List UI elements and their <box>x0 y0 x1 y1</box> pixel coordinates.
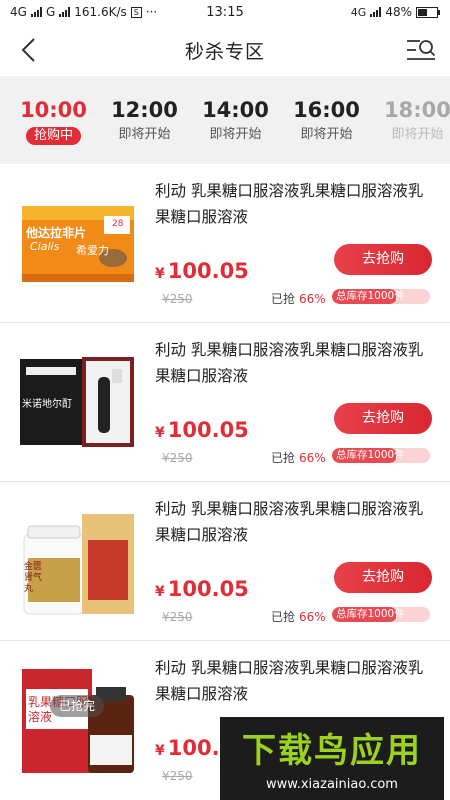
tab-1200[interactable]: 12:00 即将开始 <box>99 96 190 144</box>
tab-1400[interactable]: 14:00 即将开始 <box>190 96 281 144</box>
product-title: 利动 乳果糖口服溶液乳果糖口服溶液乳果糖口服溶液 <box>155 500 424 544</box>
tab-time: 18:00 <box>384 98 450 122</box>
page-header: 秒杀专区 <box>0 24 450 76</box>
product-item[interactable]: 金匮肾气丸 利动 乳果糖口服溶液乳果糖口服溶液乳果糖口服溶液 ¥100.05 ¥… <box>0 482 450 641</box>
box-brand: 他达拉非片 <box>26 226 87 240</box>
watermark-url: www.xiazainiao.com <box>266 777 398 792</box>
menu-search-icon[interactable] <box>406 37 436 63</box>
sale-price: ¥100.05 <box>155 418 249 442</box>
stock-text: 总库存1000件 <box>336 608 405 620</box>
original-price: ¥250 <box>162 610 193 624</box>
product-title: 利动 乳果糖口服溶液乳果糖口服溶液乳果糖口服溶液 <box>155 182 424 226</box>
grab-button[interactable]: 去抢购 <box>334 562 432 593</box>
product-list: 他达拉非片 Cialis 希爱力 28 利动 乳果糖口服溶液乳果糖口服溶液乳果糖… <box>0 164 450 800</box>
stock-progress: 总库存1000件 <box>332 607 430 622</box>
clock: 13:15 <box>206 4 244 20</box>
sale-price: ¥100.05 <box>155 259 249 283</box>
product-item[interactable]: 他达拉非片 Cialis 希爱力 28 利动 乳果糖口服溶液乳果糖口服溶液乳果糖… <box>0 164 450 323</box>
tab-status: 即将开始 <box>209 127 262 142</box>
box-count: 28 <box>112 219 124 229</box>
product-item[interactable]: 米诺地尔酊 利动 乳果糖口服溶液乳果糖口服溶液乳果糖口服溶液 ¥100.05 ¥… <box>0 323 450 482</box>
original-price: ¥250 <box>162 451 193 465</box>
sold-info: 已抢 66% <box>271 610 326 624</box>
tab-status: 即将开始 <box>391 127 444 142</box>
stock-progress: 总库存1000件 <box>332 448 430 463</box>
page-title: 秒杀专区 <box>184 40 265 63</box>
stock-text: 总库存1000件 <box>336 290 405 302</box>
box-brand: 金匮肾气丸 <box>24 562 43 594</box>
tab-status: 即将开始 <box>118 127 171 142</box>
original-price: ¥250 <box>162 292 193 306</box>
tab-time: 16:00 <box>293 98 360 122</box>
sold-info: 已抢 66% <box>271 451 326 465</box>
chevron-left-icon[interactable] <box>16 36 44 64</box>
status-bar: 4G G 161.6K/s S ··· 13:15 4G 48% <box>0 0 450 24</box>
time-tabs: 10:00 抢购中 12:00 即将开始 14:00 即将开始 16:00 即将… <box>0 76 450 164</box>
tab-status: 抢购中 <box>25 126 81 145</box>
box-cn: 希爱力 <box>76 244 109 257</box>
stock-progress: 总库存1000件 <box>332 289 430 304</box>
product-title: 利动 乳果糖口服溶液乳果糖口服溶液乳果糖口服溶液 <box>155 341 424 385</box>
tab-status: 即将开始 <box>300 127 353 142</box>
tab-time: 14:00 <box>202 98 269 122</box>
tab-1800[interactable]: 18:00 即将开始 <box>372 96 450 144</box>
stock-text: 总库存1000件 <box>336 449 405 461</box>
tab-time: 10:00 <box>20 97 87 122</box>
watermark: 下载鸟应用 www.xiazainiao.com <box>220 717 444 800</box>
sold-info: 已抢 66% <box>271 292 326 306</box>
original-price: ¥250 <box>162 769 193 783</box>
soldout-badge: 已抢完 <box>50 695 104 717</box>
grab-button[interactable]: 去抢购 <box>334 244 432 275</box>
tab-1600[interactable]: 16:00 即将开始 <box>281 96 372 144</box>
product-title: 利动 乳果糖口服溶液乳果糖口服溶液乳果糖口服溶液 <box>155 659 424 703</box>
sale-price: ¥100.05 <box>155 577 249 601</box>
grab-button[interactable]: 去抢购 <box>334 403 432 434</box>
tab-1000[interactable]: 10:00 抢购中 <box>8 96 99 145</box>
box-brand-en: Cialis <box>30 240 60 253</box>
tab-time: 12:00 <box>111 98 178 122</box>
watermark-logo: 下载鸟应用 <box>242 731 422 771</box>
box-brand: 米诺地尔酊 <box>22 399 72 410</box>
